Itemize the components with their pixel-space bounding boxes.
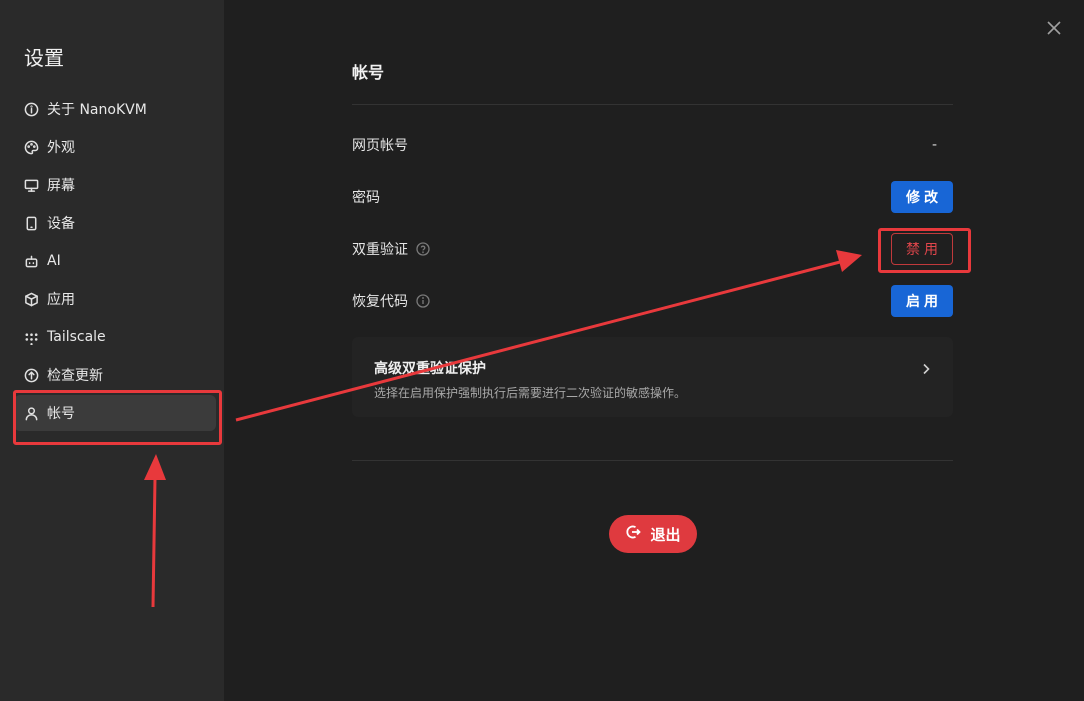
annotation-highlight-account (13, 390, 222, 445)
robot-icon (24, 254, 39, 269)
sidebar-item-label: 应用 (47, 292, 75, 308)
sidebar-item-tailscale[interactable]: Tailscale (14, 319, 216, 355)
sidebar-item-device[interactable]: 设备 (14, 205, 216, 241)
monitor-icon (24, 178, 39, 193)
device-icon (24, 216, 39, 231)
sidebar-item-apps[interactable]: 应用 (14, 281, 216, 317)
recovery-code-row: 恢复代码 启用 (352, 284, 953, 318)
update-icon (24, 368, 39, 383)
sidebar-item-ai[interactable]: AI (14, 243, 216, 279)
close-button[interactable] (1045, 19, 1063, 37)
change-password-button[interactable]: 修改 (891, 181, 953, 213)
sidebar-item-label: 设备 (47, 216, 75, 232)
web-account-label: 网页帐号 (352, 138, 408, 154)
logout-button[interactable]: 退出 (609, 515, 697, 553)
palette-icon (24, 140, 39, 155)
two-factor-row: 双重验证 禁用 (352, 232, 953, 266)
sidebar-item-label: Tailscale (47, 329, 106, 345)
logout-icon (625, 524, 650, 544)
info-icon[interactable] (416, 294, 430, 308)
advanced-2fa-description: 选择在启用保护强制执行后需要进行二次验证的敏感操作。 (374, 386, 687, 400)
annotation-highlight-disable (878, 228, 971, 273)
help-icon[interactable] (416, 242, 430, 256)
password-label: 密码 (352, 190, 380, 206)
advanced-2fa-title: 高级双重验证保护 (374, 361, 486, 377)
sidebar-item-label: AI (47, 253, 61, 269)
settings-window: 设置 关于 NanoKVM 外观 屏幕 设备 AI 应用 Tailscale 检… (0, 0, 1084, 701)
sidebar-item-update[interactable]: 检查更新 (14, 357, 216, 393)
tailscale-icon (24, 330, 39, 345)
two-factor-label-wrap: 双重验证 (352, 239, 430, 259)
recovery-code-label: 恢复代码 (352, 294, 408, 310)
logout-label: 退出 (650, 525, 681, 544)
web-account-value: - (931, 137, 937, 153)
sidebar-nav: 关于 NanoKVM 外观 屏幕 设备 AI 应用 Tailscale 检查更新… (14, 91, 216, 433)
close-icon (1045, 21, 1063, 41)
sidebar-item-about[interactable]: 关于 NanoKVM (14, 91, 216, 127)
sidebar-item-label: 关于 NanoKVM (47, 102, 147, 118)
info-icon (24, 102, 39, 117)
sidebar-title: 设置 (24, 46, 64, 70)
sidebar: 设置 关于 NanoKVM 外观 屏幕 设备 AI 应用 Tailscale 检… (0, 0, 224, 701)
recovery-code-label-wrap: 恢复代码 (352, 291, 430, 311)
two-factor-label: 双重验证 (352, 242, 408, 258)
sidebar-item-label: 检查更新 (47, 368, 103, 384)
enable-recovery-code-button[interactable]: 启用 (891, 285, 953, 317)
chevron-right-icon (919, 361, 933, 375)
web-account-row: 网页帐号 - (352, 128, 953, 162)
page-title: 帐号 (352, 63, 385, 82)
divider (352, 460, 953, 461)
password-row: 密码 修改 (352, 180, 953, 214)
divider (352, 104, 953, 105)
package-icon (24, 292, 39, 307)
sidebar-item-label: 屏幕 (47, 178, 75, 194)
sidebar-item-appearance[interactable]: 外观 (14, 129, 216, 165)
sidebar-item-screen[interactable]: 屏幕 (14, 167, 216, 203)
advanced-2fa-card[interactable]: 高级双重验证保护 选择在启用保护强制执行后需要进行二次验证的敏感操作。 (352, 337, 953, 417)
sidebar-item-label: 外观 (47, 140, 75, 156)
